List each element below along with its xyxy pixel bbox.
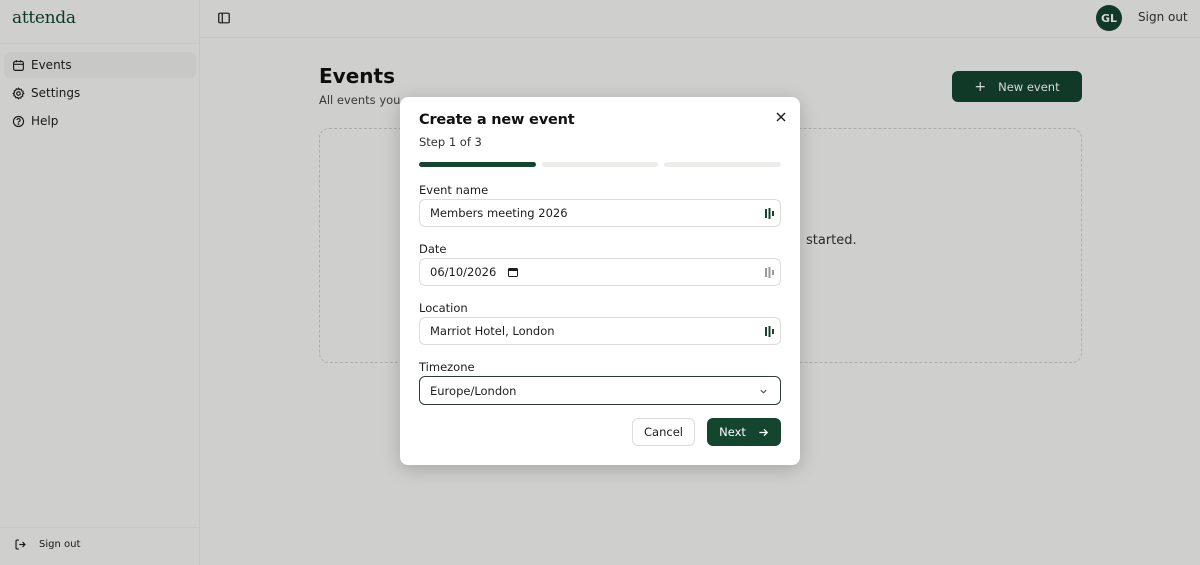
chevron-down-icon [760,389,767,394]
date-input[interactable]: 06/10/2026 [419,258,781,286]
step-indicator: Step 1 of 3 [419,135,482,149]
timezone-value: Europe/London [430,383,517,398]
calendar-icon[interactable] [508,267,519,277]
timezone-select[interactable]: Europe/London [419,376,781,405]
arrow-right-icon [759,428,768,436]
date-value: 06/10/2026 [430,265,497,279]
event-name-input[interactable]: Members meeting 2026 [419,199,781,227]
next-label: Next [719,425,746,439]
progress-segment [419,162,536,167]
create-event-dialog: Create a new event Step 1 of 3 Event nam… [400,97,800,465]
location-value: Marriot Hotel, London [430,324,555,338]
password-manager-icon[interactable] [765,208,775,219]
event-name-label: Event name [419,183,489,197]
password-manager-icon[interactable] [765,267,775,278]
event-name-value: Members meeting 2026 [430,206,568,220]
password-manager-icon[interactable] [765,326,775,337]
location-label: Location [419,301,468,315]
next-button[interactable]: Next [707,418,781,446]
close-icon [776,112,786,122]
step-progress [419,162,782,167]
cancel-button[interactable]: Cancel [632,418,695,446]
timezone-label: Timezone [419,360,475,374]
progress-segment [541,162,659,167]
date-label: Date [419,242,447,256]
dialog-title: Create a new event [419,112,575,128]
close-button[interactable] [774,110,788,124]
location-input[interactable]: Marriot Hotel, London [419,317,781,345]
progress-segment [664,162,782,167]
